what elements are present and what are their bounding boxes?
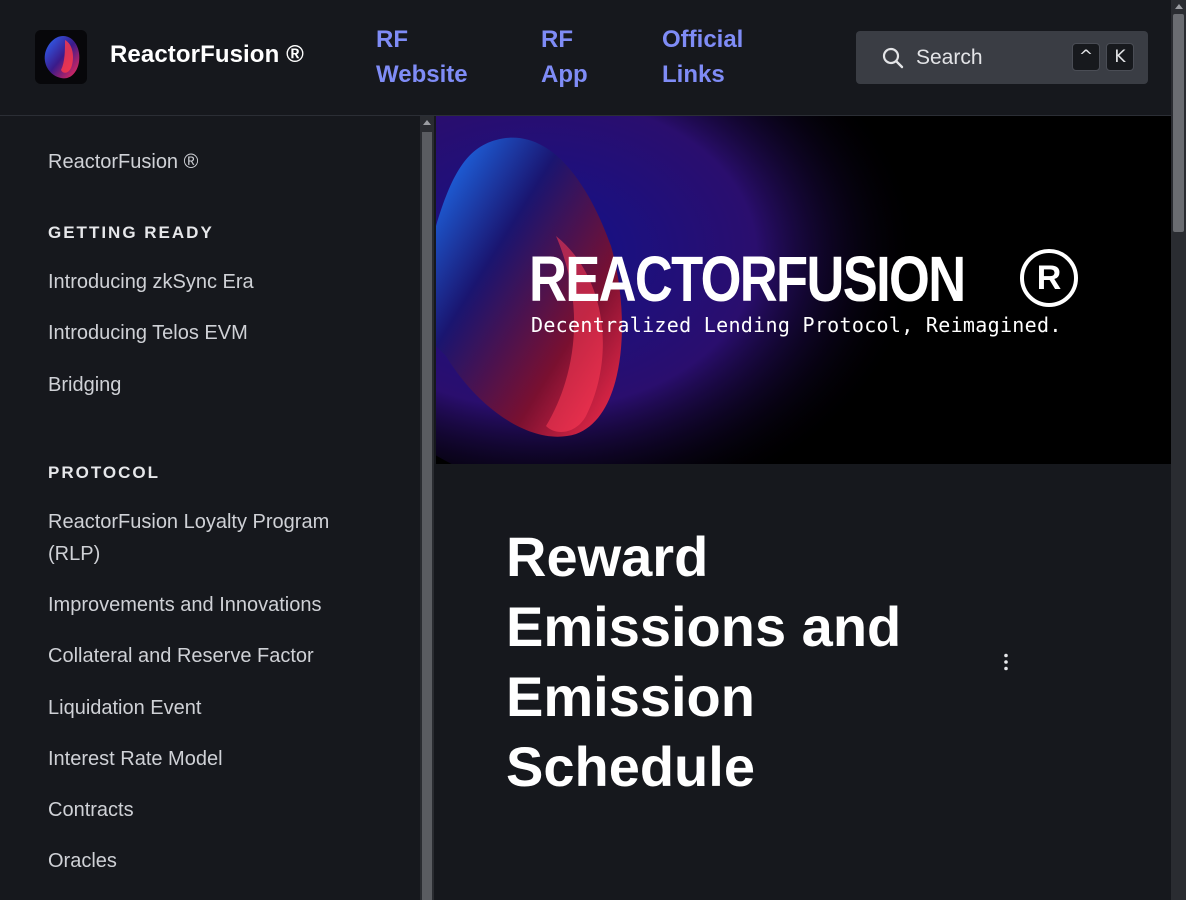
- search-label: Search: [916, 46, 983, 69]
- search-button[interactable]: Search ^ K: [856, 31, 1148, 84]
- sidebar-item-improvements[interactable]: Improvements and Innovations: [48, 589, 368, 621]
- brand-title[interactable]: ReactorFusion ®: [110, 41, 304, 69]
- sidebar-item-reactorfusion[interactable]: ReactorFusion ®: [48, 146, 368, 178]
- nav-link-official-links[interactable]: Official Links: [662, 22, 762, 92]
- sidebar-item-loyalty-program[interactable]: ReactorFusion Loyalty Program (RLP): [48, 506, 368, 570]
- shortcut-key-ctrl: ^: [1072, 43, 1100, 71]
- search-icon: [882, 47, 904, 69]
- page-scrollbar-thumb[interactable]: [1173, 14, 1184, 232]
- nav-link-rf-app[interactable]: RF App: [541, 22, 611, 92]
- scroll-up-arrow-icon[interactable]: [423, 120, 431, 125]
- nav-link-rf-website[interactable]: RF Website: [376, 22, 506, 92]
- sidebar-scrollbar-thumb[interactable]: [422, 132, 432, 900]
- sidebar-item-bridging[interactable]: Bridging: [48, 369, 368, 401]
- hero-subtitle: Decentralized Lending Protocol, Reimagin…: [531, 313, 1062, 337]
- sidebar-item-introducing-zksync-era[interactable]: Introducing zkSync Era: [48, 266, 368, 298]
- more-vertical-icon[interactable]: [1002, 653, 1010, 671]
- shortcut-key-k: K: [1106, 43, 1134, 71]
- sidebar: ReactorFusion ® GETTING READY Introducin…: [0, 116, 421, 900]
- sidebar-item-introducing-telos-evm[interactable]: Introducing Telos EVM: [48, 317, 368, 349]
- sidebar-item-oracles[interactable]: Oracles: [48, 845, 368, 877]
- hero-banner: REACTORFUSION R Decentralized Lending Pr…: [436, 116, 1171, 464]
- hero-title: REACTORFUSION: [529, 243, 966, 315]
- reactorfusion-logo-icon[interactable]: [35, 30, 87, 84]
- sidebar-item-collateral[interactable]: Collateral and Reserve Factor: [48, 640, 368, 672]
- sidebar-scrollbar[interactable]: [420, 116, 434, 900]
- sidebar-heading-getting-ready: GETTING READY: [48, 223, 214, 242]
- registered-mark-icon: R: [1020, 249, 1078, 307]
- page-scroll-up-arrow-icon[interactable]: [1175, 4, 1183, 9]
- main-content: REACTORFUSION R Decentralized Lending Pr…: [436, 116, 1171, 900]
- page-title: Reward Emissions and Emission Schedule: [506, 525, 902, 798]
- sidebar-item-contracts[interactable]: Contracts: [48, 794, 368, 826]
- top-navigation-bar: ReactorFusion ® RF Website RF App Offici…: [0, 0, 1171, 116]
- sidebar-heading-protocol: PROTOCOL: [48, 463, 161, 482]
- sidebar-item-liquidation[interactable]: Liquidation Event: [48, 692, 368, 724]
- sidebar-item-interest-rate[interactable]: Interest Rate Model: [48, 743, 368, 775]
- page-scrollbar[interactable]: [1171, 0, 1186, 900]
